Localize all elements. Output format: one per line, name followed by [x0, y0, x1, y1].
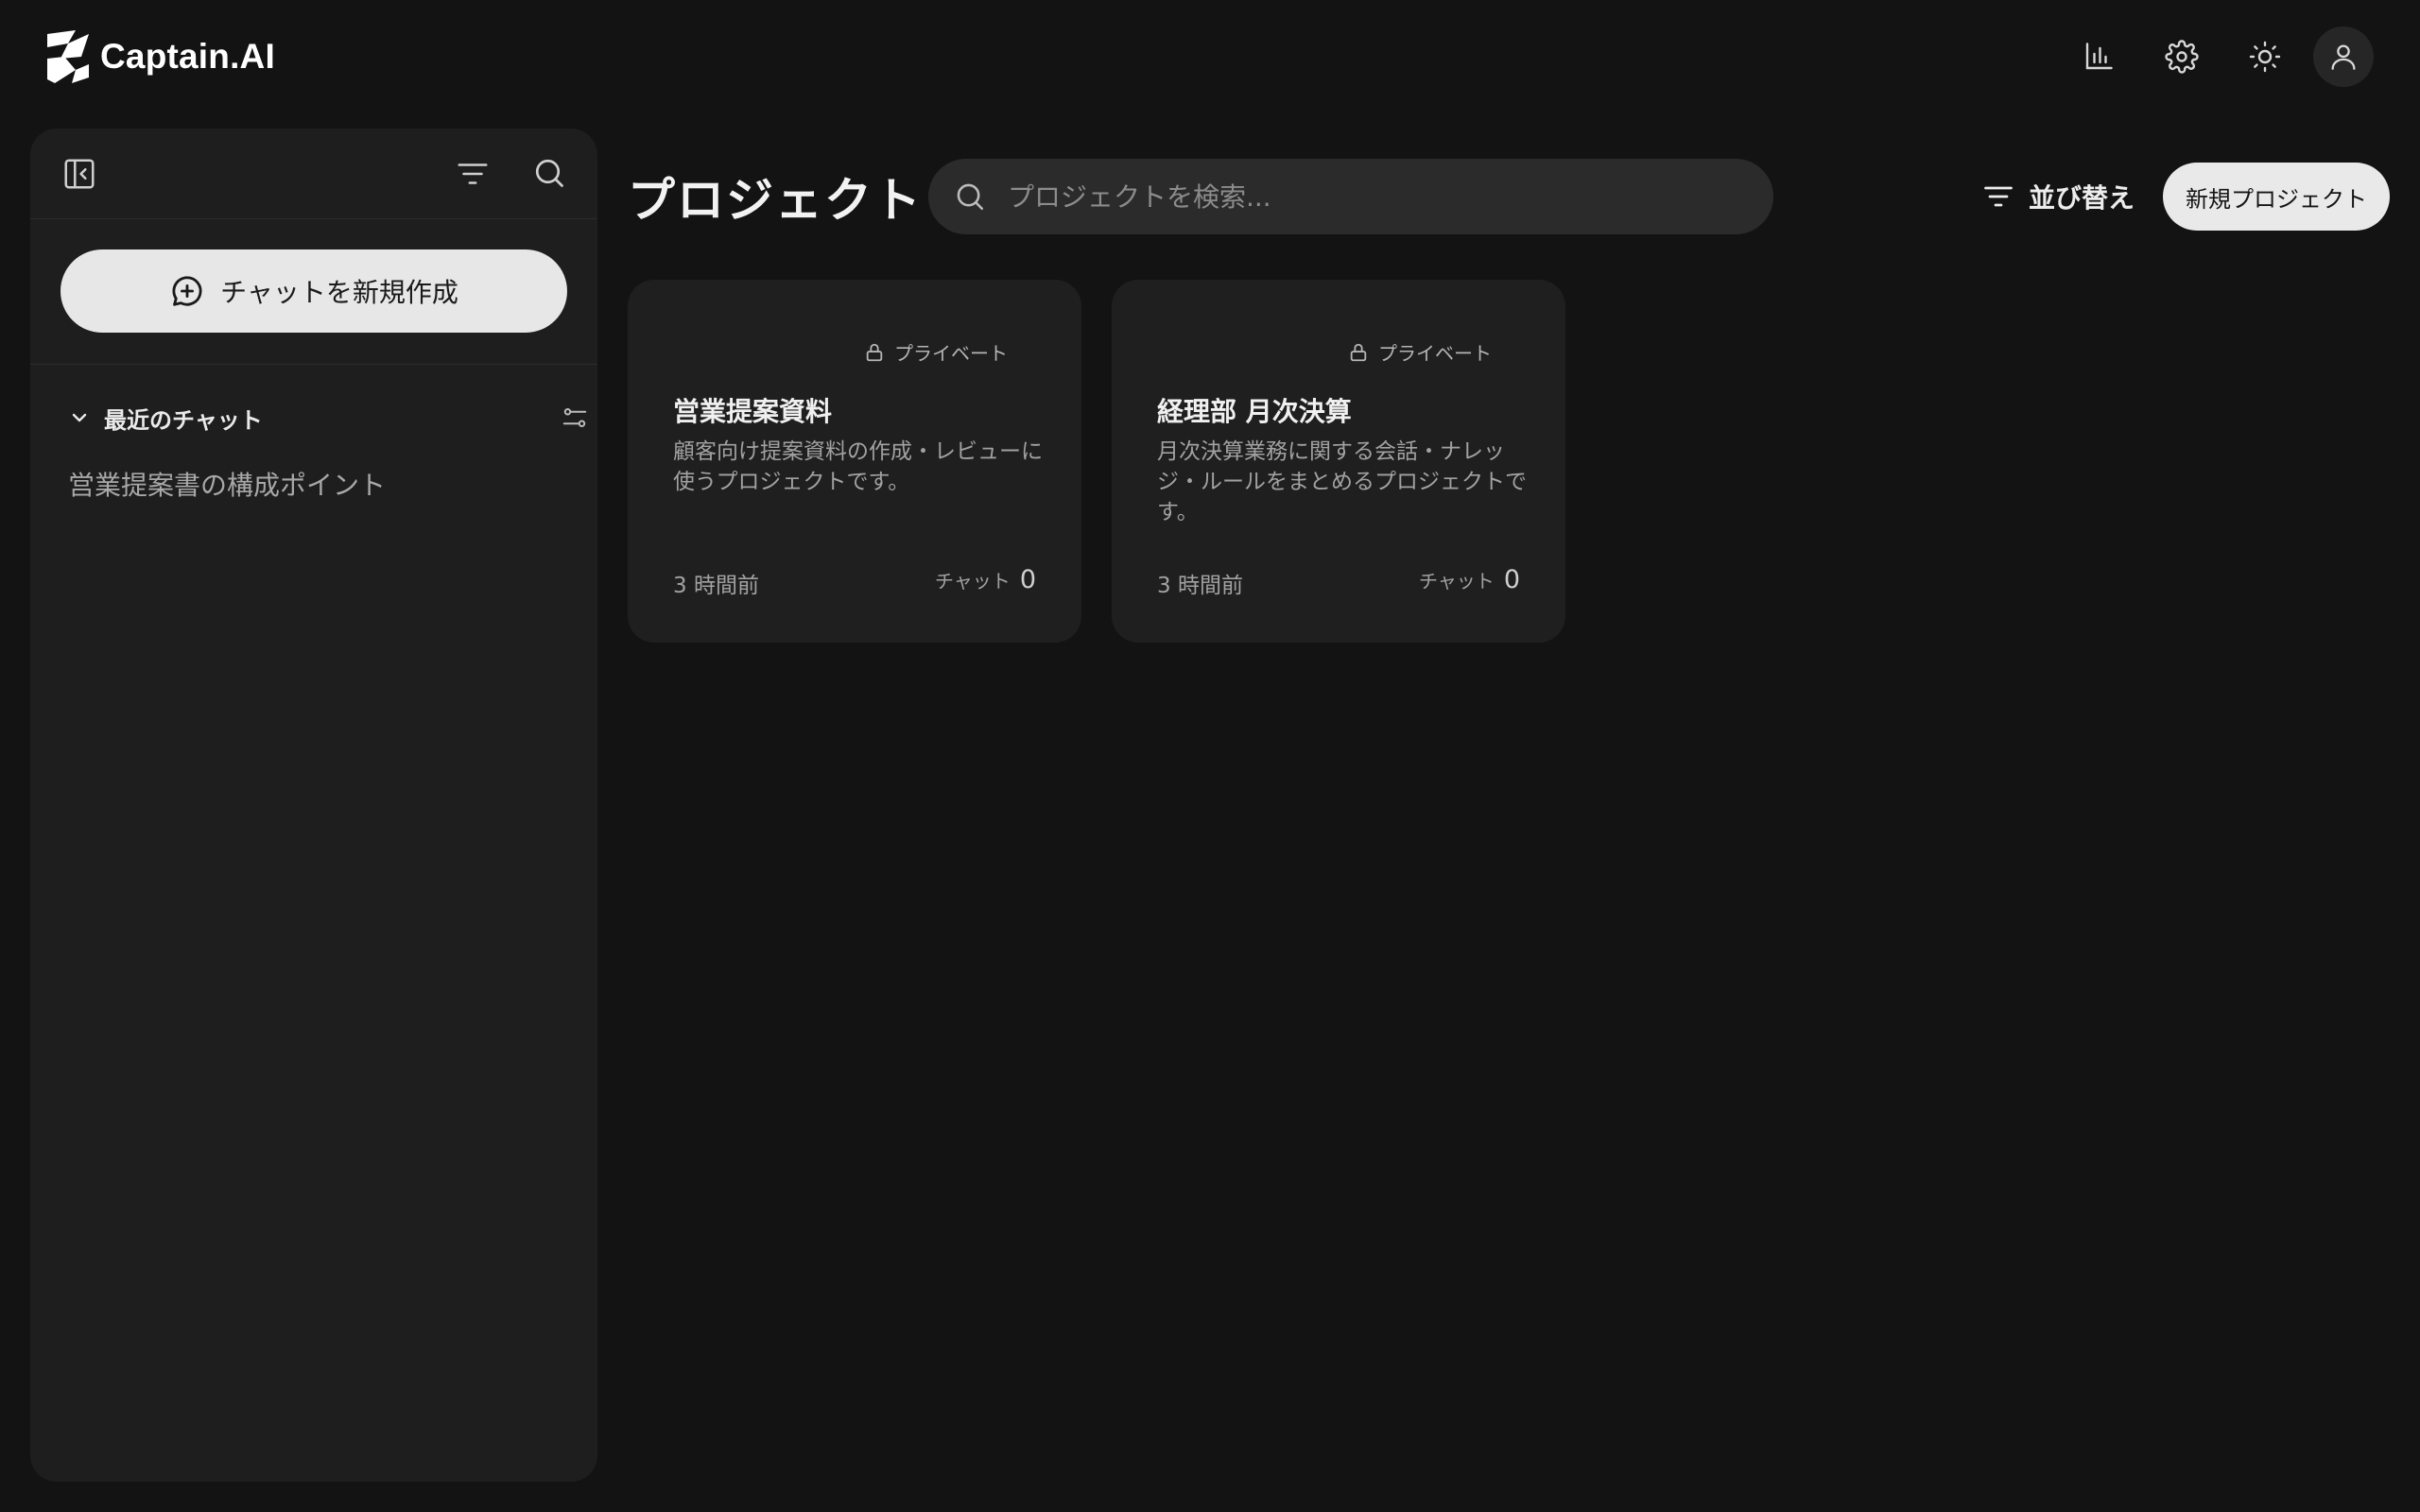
chat-count-value: 0 — [1019, 565, 1036, 594]
chat-count-label: チャット — [1419, 570, 1495, 593]
brand-name: Captain.AI — [100, 37, 275, 76]
project-chat-count: チャット 0 — [935, 565, 1036, 594]
sliders-icon — [562, 408, 587, 428]
recent-chats-settings-button[interactable] — [556, 399, 594, 437]
sidebar-search-button[interactable] — [527, 151, 571, 195]
chat-count-label: チャット — [935, 570, 1011, 593]
recent-chats-label: 最近のチャット — [104, 406, 263, 434]
new-project-button[interactable]: 新規プロジェクト — [2163, 163, 2390, 231]
sort-label: 並び替え — [2029, 182, 2135, 214]
privacy-label: プライベート — [894, 342, 1008, 365]
chevron-down-icon — [72, 413, 87, 422]
page-title: プロジェクト — [628, 173, 923, 228]
project-updated-time: 3 時間前 — [673, 574, 759, 598]
settings-button[interactable] — [2153, 28, 2210, 85]
user-icon — [2331, 44, 2356, 70]
chat-plus-icon — [172, 276, 202, 306]
chat-list-item-title: 営業提案書の構成ポイント — [68, 470, 387, 501]
project-search-input[interactable] — [1008, 159, 1773, 234]
chat-count-value: 0 — [1503, 565, 1520, 594]
project-title: 営業提案資料 — [673, 396, 833, 427]
project-card[interactable]: プライベート 営業提案資料 顧客向け提案資料の作成・レビューに使うプロジェクトで… — [628, 280, 1081, 643]
user-menu-button[interactable] — [2313, 26, 2374, 87]
sort-button[interactable]: 並び替え — [1981, 174, 2135, 219]
new-chat-label: チャットを新規作成 — [220, 278, 458, 307]
recent-chats-toggle[interactable]: 最近のチャット — [68, 402, 263, 435]
project-title: 経理部 月次決算 — [1157, 396, 1352, 427]
captain-logo-icon — [47, 30, 89, 83]
project-description: 顧客向け提案資料の作成・レビューに使うプロジェクトです。 — [673, 439, 1043, 494]
sidebar-toolbar — [30, 129, 597, 219]
privacy-label: プライベート — [1378, 342, 1492, 365]
sort-icon — [1984, 186, 2013, 207]
search-icon — [535, 159, 563, 187]
sidebar-filter-button[interactable] — [452, 153, 493, 195]
project-chat-count: チャット 0 — [1419, 565, 1520, 594]
sidebar-collapse-icon — [64, 159, 95, 189]
lock-icon — [866, 343, 883, 361]
privacy-badge: プライベート — [1348, 338, 1492, 366]
project-card[interactable]: プライベート 経理部 月次決算 月次決算業務に関する会話・ナレッジ・ルールをまと… — [1112, 280, 1565, 643]
search-icon — [951, 178, 989, 215]
bar-chart-icon — [2085, 43, 2113, 70]
project-search — [928, 159, 1773, 234]
sun-icon — [2249, 41, 2281, 73]
chat-list-item[interactable]: 営業提案書の構成ポイント — [68, 463, 560, 505]
sidebar: チャットを新規作成 最近のチャット 営業提案書の構成ポイント — [30, 129, 597, 1482]
project-description: 月次決算業務に関する会話・ナレッジ・ルールをまとめるプロジェクトです。 — [1157, 439, 1527, 524]
brand-logo[interactable]: Captain.AI — [43, 30, 275, 83]
analytics-button[interactable] — [2070, 28, 2127, 85]
gear-icon — [2165, 40, 2199, 74]
top-header: Captain.AI — [0, 0, 2420, 113]
recent-chats-header: 最近のチャット — [68, 399, 588, 437]
privacy-badge: プライベート — [864, 338, 1008, 366]
new-chat-button[interactable]: チャットを新規作成 — [60, 249, 567, 333]
new-chat-section: チャットを新規作成 — [30, 219, 597, 365]
lock-icon — [1350, 343, 1367, 361]
collapse-sidebar-button[interactable] — [59, 153, 100, 195]
theme-toggle-button[interactable] — [2237, 28, 2293, 85]
project-updated-time: 3 時間前 — [1157, 574, 1243, 598]
filter-icon — [458, 163, 488, 184]
